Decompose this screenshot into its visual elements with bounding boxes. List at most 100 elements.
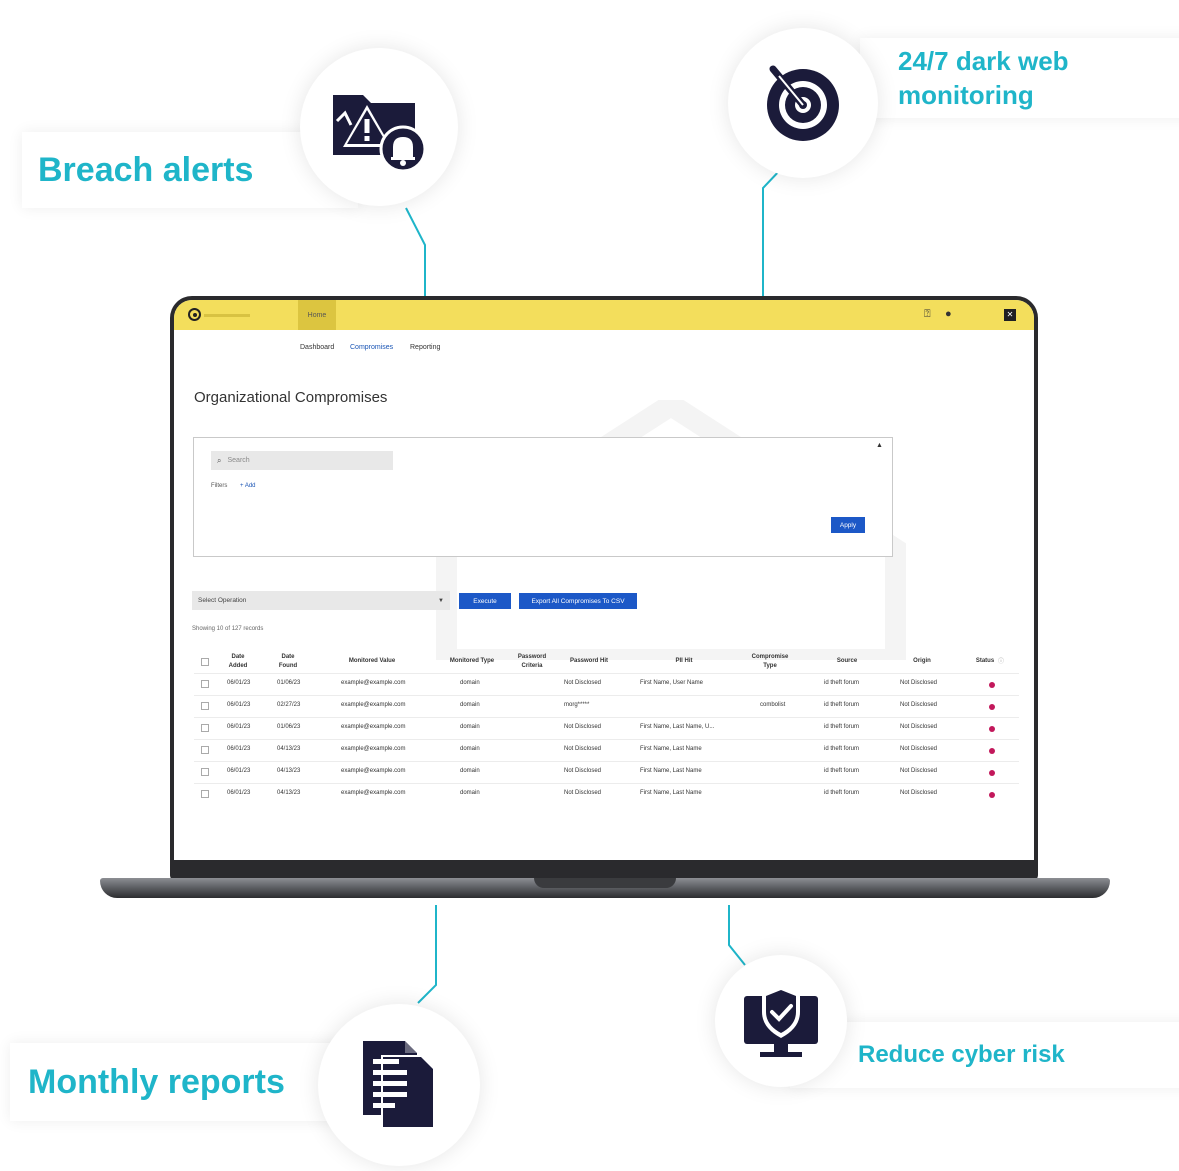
- app-topbar: Home ⍰ ● ✕: [174, 300, 1034, 330]
- row-checkbox[interactable]: [201, 680, 209, 688]
- col-date-added[interactable]: Date Added: [224, 653, 252, 671]
- app-logo-icon[interactable]: [188, 308, 201, 321]
- cell-monitored-type: domain: [460, 680, 480, 686]
- radar-icon: [767, 65, 839, 141]
- status-indicator: [989, 748, 995, 754]
- status-indicator: [989, 726, 995, 732]
- select-operation-value: Select Operation: [198, 597, 247, 604]
- breach-alerts-label: Breach alerts: [38, 150, 254, 189]
- monitor-shield-icon: [744, 986, 818, 1057]
- status-indicator: [989, 792, 995, 798]
- cell-source: id theft forum: [824, 724, 860, 730]
- cell-password-hit: Not Disclosed: [564, 790, 602, 796]
- cell-password-hit: Not Disclosed: [564, 724, 602, 730]
- row-checkbox[interactable]: [201, 790, 209, 798]
- cell-origin: Not Disclosed: [900, 724, 938, 730]
- col-source[interactable]: Source: [829, 657, 865, 666]
- close-icon[interactable]: ✕: [1004, 309, 1016, 321]
- execute-button[interactable]: Execute: [459, 593, 511, 609]
- col-pii-hit[interactable]: PII Hit: [664, 657, 704, 666]
- cell-pii-hit: First Name, User Name: [640, 680, 704, 686]
- cell-monitored-type: domain: [460, 702, 480, 708]
- search-placeholder: Search: [227, 457, 250, 464]
- app-logo-wordmark: [204, 314, 250, 317]
- col-monitored-type[interactable]: Monitored Type: [442, 657, 502, 666]
- cell-date-found: 01/06/23: [277, 724, 301, 730]
- export-csv-button[interactable]: Export All Compromises To CSV: [519, 593, 637, 609]
- cell-source: id theft forum: [824, 790, 860, 796]
- reduce-risk-circle: [715, 955, 847, 1087]
- tab-reporting[interactable]: Reporting: [410, 344, 440, 351]
- search-icon: ⌕: [217, 455, 222, 465]
- row-checkbox[interactable]: [201, 702, 209, 710]
- cell-source: id theft forum: [824, 680, 860, 686]
- cell-date-found: 04/13/23: [277, 790, 301, 796]
- user-icon[interactable]: ●: [945, 308, 952, 320]
- row-checkbox[interactable]: [201, 724, 209, 732]
- row-checkbox[interactable]: [201, 768, 209, 776]
- row-divider: [194, 673, 1019, 674]
- help-icon[interactable]: ⍰: [924, 308, 931, 320]
- dark-web-label-card: 24/7 dark web monitoring: [860, 38, 1179, 118]
- laptop-screen: Home ⍰ ● ✕ Dashboard Compromises Reporti…: [174, 300, 1034, 860]
- reduce-risk-label-card: Reduce cyber risk: [790, 1022, 1179, 1088]
- collapse-caret-icon[interactable]: ▲: [876, 442, 883, 449]
- dark-web-circle: [728, 28, 878, 178]
- col-origin[interactable]: Origin: [907, 657, 937, 666]
- monthly-reports-label: Monthly reports: [28, 1062, 285, 1101]
- cell-pii-hit: First Name, Last Name: [640, 768, 702, 774]
- cell-date-found: 01/06/23: [277, 680, 301, 686]
- cell-monitored-type: domain: [460, 724, 480, 730]
- search-panel: ▲ ⌕ Search Filters + Add Apply: [193, 437, 893, 557]
- cell-date-added: 06/01/23: [227, 768, 251, 774]
- filters-label: Filters: [211, 483, 228, 489]
- cell-compromise-type: combolist: [760, 702, 786, 708]
- cell-password-hit: morg*****: [564, 702, 590, 708]
- tab-dashboard[interactable]: Dashboard: [300, 344, 334, 351]
- cell-source: id theft forum: [824, 768, 860, 774]
- monthly-reports-circle: [318, 1004, 480, 1166]
- cell-date-added: 06/01/23: [227, 702, 251, 708]
- cell-date-added: 06/01/23: [227, 680, 251, 686]
- col-compromise-type[interactable]: Compromise Type: [746, 653, 794, 671]
- status-indicator: [989, 770, 995, 776]
- tab-compromises[interactable]: Compromises: [350, 344, 393, 351]
- cell-origin: Not Disclosed: [900, 680, 938, 686]
- laptop-base-notch: [534, 878, 676, 888]
- row-checkbox[interactable]: [201, 746, 209, 754]
- search-input[interactable]: ⌕ Search: [211, 451, 393, 470]
- cell-origin: Not Disclosed: [900, 746, 938, 752]
- cell-source: id theft forum: [824, 746, 860, 752]
- col-monitored-value[interactable]: Monitored Value: [336, 657, 408, 666]
- col-password-criteria[interactable]: Password Criteria: [514, 653, 550, 671]
- info-icon[interactable]: ⓘ: [998, 656, 1004, 665]
- chevron-down-icon: ▼: [438, 597, 444, 604]
- cell-origin: Not Disclosed: [900, 790, 938, 796]
- col-password-hit[interactable]: Password Hit: [564, 657, 614, 666]
- row-divider: [194, 739, 1019, 740]
- add-filter-link[interactable]: + Add: [240, 483, 256, 489]
- dark-web-label-line1: 24/7 dark web: [898, 46, 1069, 76]
- cell-date-added: 06/01/23: [227, 724, 251, 730]
- cell-origin: Not Disclosed: [900, 702, 938, 708]
- apply-button[interactable]: Apply: [831, 517, 865, 533]
- cell-monitored-value: example@example.com: [341, 702, 406, 708]
- col-date-found[interactable]: Date Found: [274, 653, 302, 671]
- breach-alerts-circle: [300, 48, 458, 206]
- tab-home[interactable]: Home: [298, 300, 336, 330]
- documents-icon: [363, 1041, 435, 1129]
- cell-date-added: 06/01/23: [227, 746, 251, 752]
- col-status[interactable]: Status: [972, 657, 998, 666]
- row-divider: [194, 761, 1019, 762]
- cell-monitored-value: example@example.com: [341, 768, 406, 774]
- records-count: Showing 10 of 127 records: [192, 626, 264, 632]
- cell-origin: Not Disclosed: [900, 768, 938, 774]
- cell-monitored-type: domain: [460, 790, 480, 796]
- cell-date-found: 04/13/23: [277, 768, 301, 774]
- cell-password-hit: Not Disclosed: [564, 768, 602, 774]
- select-all-checkbox[interactable]: [201, 658, 209, 666]
- cell-pii-hit: First Name, Last Name: [640, 790, 702, 796]
- select-operation-dropdown[interactable]: Select Operation ▼: [192, 591, 450, 610]
- row-divider: [194, 695, 1019, 696]
- row-divider: [194, 717, 1019, 718]
